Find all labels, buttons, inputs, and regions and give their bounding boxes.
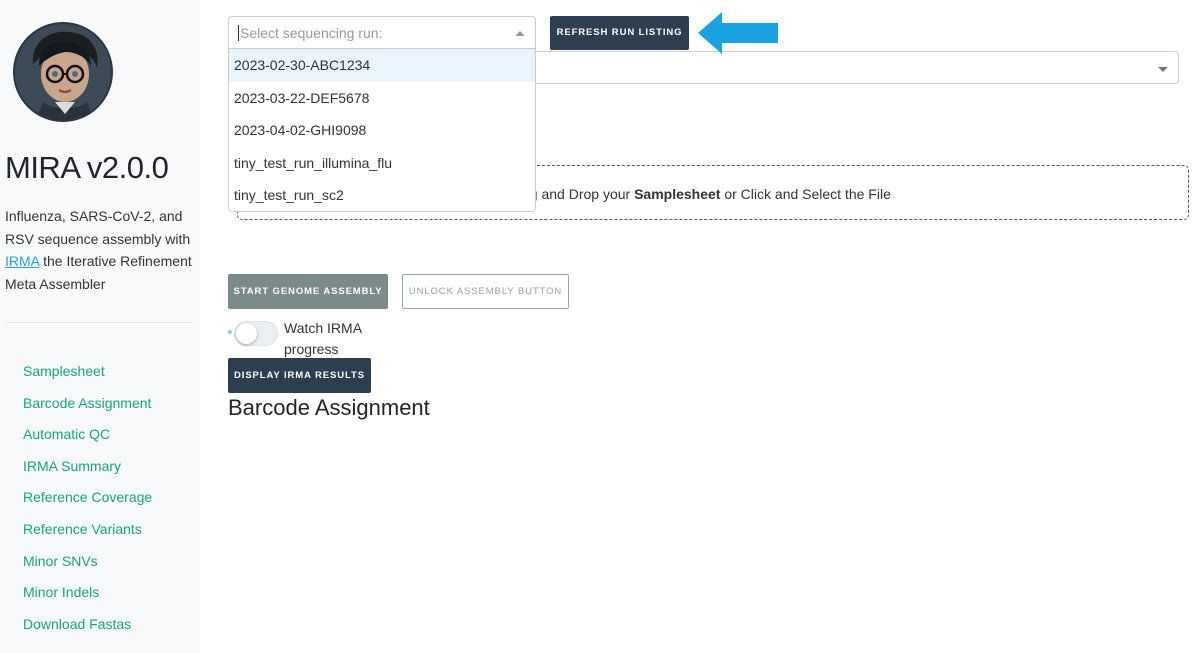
start-genome-assembly-button[interactable]: Start Genome Assembly (228, 274, 388, 309)
run-option[interactable]: 2023-03-22-DEF5678 (229, 82, 535, 115)
nav-link-irma-summary[interactable]: IRMA Summary (23, 454, 152, 486)
app-title: MIRA v2.0.0 (5, 150, 169, 185)
run-option[interactable]: 2023-04-02-GHI9098 (229, 114, 535, 147)
nav-link-minor-snvs[interactable]: Minor SNVs (23, 549, 152, 581)
sequencing-run-select[interactable]: Select sequencing run: (228, 16, 536, 49)
nav-link-minor-indels[interactable]: Minor Indels (23, 580, 152, 612)
avatar-illustration (15, 24, 111, 120)
sequencing-run-dropdown: 2023-02-30-ABC1234 2023-03-22-DEF5678 20… (228, 49, 536, 212)
toggle-knob (236, 323, 257, 344)
run-option[interactable]: tiny_test_run_sc2 (229, 179, 535, 212)
upload-text-prefix: ag and Drop your (522, 186, 635, 202)
sidebar: MIRA v2.0.0 Influenza, SARS-CoV-2, and R… (0, 0, 200, 653)
refresh-run-listing-button[interactable]: Refresh Run Listing (550, 16, 689, 50)
section-heading: Barcode Assignment (228, 395, 430, 420)
nav-link-automatic-qc[interactable]: Automatic QC (23, 422, 152, 454)
sidebar-divider (5, 322, 193, 323)
app-description-prefix: Influenza, SARS-CoV-2, and RSV sequence … (5, 208, 191, 247)
caret-up-icon[interactable] (515, 31, 525, 36)
toggle-indicator (228, 330, 232, 334)
upload-instructions: ag and Drop your Samplesheet or Click an… (522, 186, 891, 202)
avatar (13, 22, 113, 122)
irma-link[interactable]: IRMA (5, 253, 39, 269)
run-select-placeholder: Select sequencing run: (238, 25, 383, 41)
watch-irma-progress-toggle[interactable] (234, 321, 278, 346)
caret-down-icon (1158, 67, 1168, 72)
nav-link-download-fastas[interactable]: Download Fastas (23, 612, 152, 644)
unlock-assembly-button[interactable]: Unlock Assembly Button (402, 274, 569, 309)
upload-text-suffix: or Click and Select the File (720, 186, 891, 202)
samplesheet-select[interactable] (535, 51, 1179, 84)
upload-text-bold: Samplesheet (634, 186, 721, 202)
nav-link-barcode-assignment[interactable]: Barcode Assignment (23, 391, 152, 423)
sidebar-nav: Samplesheet Barcode Assignment Automatic… (23, 359, 152, 643)
display-irma-results-button[interactable]: Display IRMA Results (228, 358, 371, 393)
arrow-left-icon (698, 12, 778, 54)
watch-irma-progress-label: Watch IRMA progress (284, 320, 362, 357)
nav-link-samplesheet[interactable]: Samplesheet (23, 359, 152, 391)
run-option[interactable]: tiny_test_run_illumina_flu (229, 147, 535, 180)
app-description: Influenza, SARS-CoV-2, and RSV sequence … (5, 205, 197, 295)
run-option[interactable]: 2023-02-30-ABC1234 (229, 49, 535, 82)
nav-link-reference-variants[interactable]: Reference Variants (23, 517, 152, 549)
nav-link-reference-coverage[interactable]: Reference Coverage (23, 485, 152, 517)
